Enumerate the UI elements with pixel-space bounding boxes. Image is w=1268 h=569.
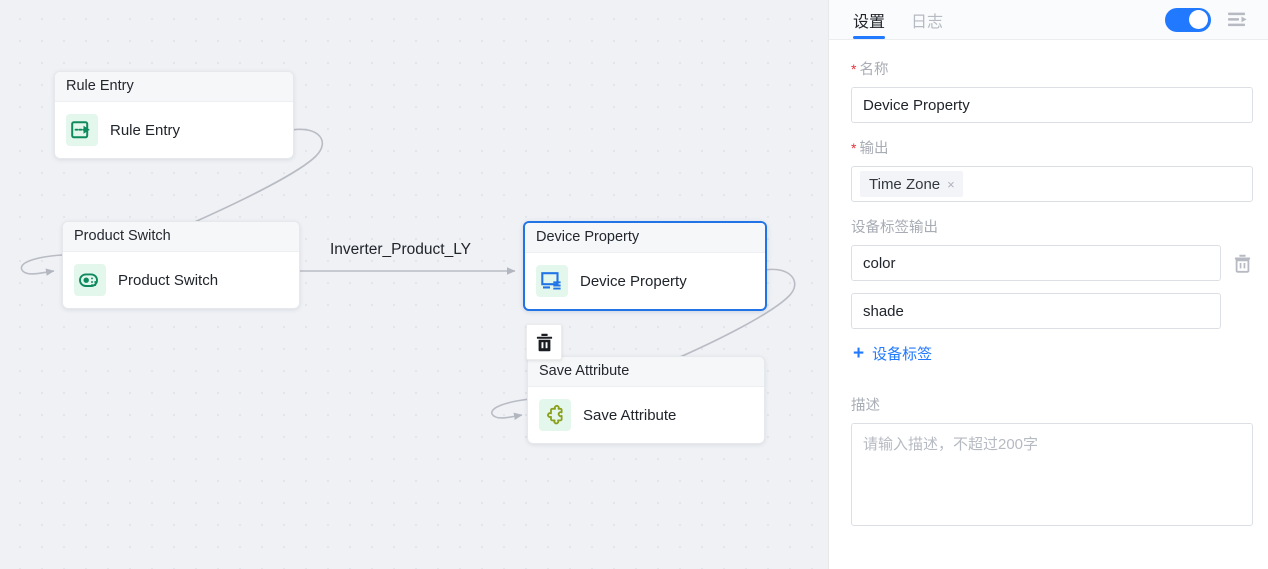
node-label: Product Switch (118, 271, 219, 289)
node-header-title: Product Switch (63, 222, 299, 252)
edge-label: Inverter_Product_LY (330, 241, 472, 258)
required-marker: * (851, 140, 857, 156)
device-property-icon (536, 265, 568, 297)
node-label: Save Attribute (583, 406, 677, 424)
enable-toggle[interactable] (1165, 7, 1211, 32)
add-device-tag-button[interactable]: + 设备标签 (853, 343, 932, 364)
node-header-title: Device Property (525, 223, 765, 253)
edge-rule-entry-arrowhead (21, 268, 55, 276)
output-chip: Time Zone × (860, 171, 963, 197)
tab-settings[interactable]: 设置 (853, 0, 886, 39)
panel-tab-bar: 设置 日志 (829, 0, 1268, 40)
node-body: Product Switch (63, 252, 299, 308)
field-device-tag-output-label: 设备标签输出 (851, 220, 938, 236)
node-body: Save Attribute (528, 387, 764, 443)
node-label: Rule Entry (110, 121, 181, 139)
device-tag-row (851, 245, 1253, 281)
field-name-label: * 名称 (851, 58, 1253, 79)
device-tag-input-1[interactable] (851, 245, 1221, 281)
panel-collapse-icon[interactable] (1227, 9, 1249, 31)
flow-node-save-attribute[interactable]: Save Attribute Save Attribute (527, 356, 765, 444)
field-description-label: 描述 (851, 398, 880, 414)
flow-node-product-switch[interactable]: Product Switch Product Switch (62, 221, 300, 309)
description-textarea[interactable] (851, 423, 1253, 526)
device-tag-row (851, 293, 1253, 329)
settings-form: *名称 *输出 Time Zone × 设备标签输出 (829, 40, 1268, 569)
edge-device-property-arrowhead (491, 412, 523, 420)
toggle-knob (1189, 10, 1208, 29)
flow-node-device-property[interactable]: Device Property Device Property (523, 221, 767, 311)
field-description: 描述 (851, 394, 1253, 531)
node-delete-button[interactable] (526, 324, 562, 360)
field-device-tag-output: 设备标签输出 color shade + 设备标签 (851, 216, 1253, 380)
device-tag-delete-button-1[interactable] (1231, 252, 1253, 274)
trash-icon (1234, 254, 1250, 273)
name-input[interactable] (851, 87, 1253, 123)
field-output-label: * 输出 (851, 137, 1253, 158)
add-device-tag-label: 设备标签 (872, 346, 933, 363)
required-marker: * (851, 61, 857, 77)
flow-canvas[interactable]: Rule Entry Rule Entry Product Switch Pro… (0, 0, 828, 569)
plus-icon: + (853, 343, 865, 364)
properties-panel: 设置 日志 * 名称 Device Property * 输出 Time Zon… (828, 0, 1268, 569)
flow-node-rule-entry[interactable]: Rule Entry Rule Entry (54, 71, 294, 159)
rule-entry-icon (66, 114, 98, 146)
tab-logs[interactable]: 日志 (911, 0, 943, 39)
output-chip-label: Time Zone (869, 175, 941, 193)
field-name-label-text: 名称 (859, 62, 889, 78)
flow-editor-app: Rule Entry Rule Entry Product Switch Pro… (0, 0, 1268, 569)
node-body: Rule Entry (55, 102, 293, 158)
field-output-label-text: 输出 (859, 141, 889, 157)
node-label: Device Property (580, 272, 687, 290)
product-switch-icon (74, 264, 106, 296)
close-icon[interactable]: × (947, 178, 955, 191)
trash-icon (536, 333, 552, 351)
node-header-title: Rule Entry (55, 72, 293, 102)
device-tag-delete-placeholder (1231, 300, 1253, 322)
field-name: * 名称 (851, 58, 1253, 123)
node-body: Device Property (525, 253, 765, 309)
device-tag-input-2[interactable] (851, 293, 1221, 329)
field-output: * 输出 Time Zone × (851, 137, 1253, 202)
save-attribute-icon (539, 399, 571, 431)
output-select[interactable]: Time Zone × (851, 166, 1253, 202)
node-header-title: Save Attribute (528, 357, 764, 387)
